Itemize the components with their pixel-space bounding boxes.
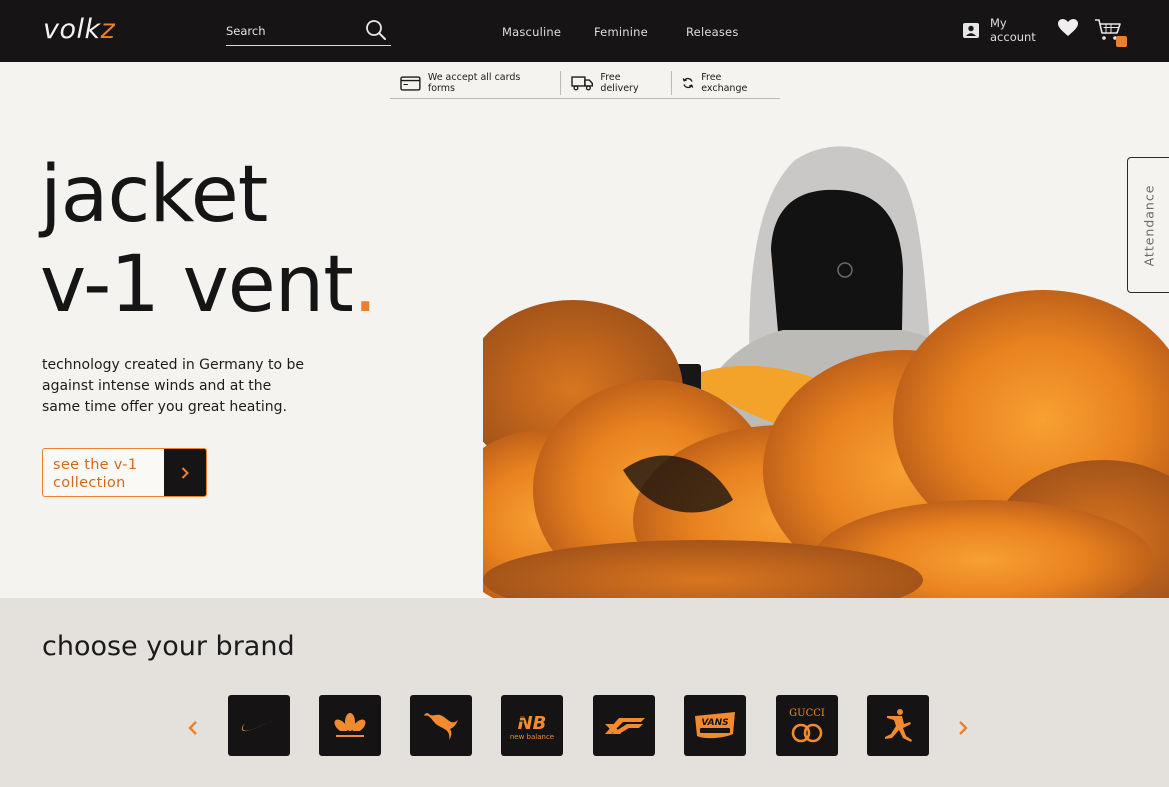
svg-text:NB: NB [518, 713, 547, 734]
benefit-exchange: Free exchange [671, 71, 780, 95]
nike-swoosh-icon [241, 718, 277, 731]
attendance-label: Attendance [1141, 184, 1157, 266]
new-balance-wordmark: new balance [510, 733, 554, 741]
chevron-right-icon [164, 449, 206, 496]
jumpman-icon [885, 708, 912, 742]
account-label: My account [990, 16, 1036, 44]
gucci-icon: GUCCI [789, 708, 825, 742]
hero-title-dot: . [352, 240, 378, 330]
hero-title-line-2: v-1 vent [40, 240, 354, 330]
puma-icon [424, 712, 458, 740]
vans-wordmark: VANS [701, 718, 728, 728]
see-collection-button[interactable]: see the v-1 collection [42, 448, 207, 497]
attendance-side-tab[interactable]: Attendance [1127, 157, 1169, 293]
vans-icon: VANS [695, 711, 735, 738]
asics-icon [605, 717, 645, 734]
adidas-trefoil-icon [334, 712, 366, 737]
logo-accent: z [100, 14, 116, 45]
benefit-cards-label: We accept all cards forms [427, 72, 521, 94]
nav-releases[interactable]: Releases [686, 25, 739, 39]
heart-icon[interactable] [1057, 18, 1079, 38]
cart-button[interactable] [1094, 18, 1128, 48]
hero-description: technology created in Germany to be agai… [42, 357, 304, 415]
top-navigation-bar: volkz Masculine Feminine Releases My acc… [0, 0, 1169, 62]
brand-section-title: choose your brand [42, 631, 295, 662]
benefit-delivery: Free delivery [559, 71, 672, 95]
nav-feminine[interactable]: Feminine [594, 25, 648, 39]
search-input[interactable] [226, 24, 356, 38]
brand-tile-vans[interactable]: VANS [684, 695, 746, 756]
benefit-cards: We accept all cards forms [390, 71, 560, 95]
hero-title: jacket v-1 vent. [40, 150, 378, 330]
brand-logo[interactable]: volkz [43, 14, 115, 45]
brand-tile-gucci[interactable]: GUCCI [776, 695, 838, 756]
brand-section: choose your brand NB new balance VANS GU… [0, 598, 1169, 787]
cart-count-badge [1116, 36, 1127, 47]
cta-label: see the v-1 collection [53, 457, 138, 491]
brand-tile-nike[interactable] [228, 695, 290, 756]
truck-icon [570, 76, 593, 91]
nav-masculine[interactable]: Masculine [502, 25, 561, 39]
benefits-strip: We accept all cards forms Free delivery … [390, 68, 780, 99]
brands-next-button[interactable] [952, 716, 974, 740]
exchange-icon [682, 77, 694, 89]
brand-tile-new-balance[interactable]: NB new balance [501, 695, 563, 756]
chevron-left-icon [188, 721, 197, 735]
hero-image [483, 146, 1169, 599]
brand-tile-jordan[interactable] [867, 695, 929, 756]
account-icon [963, 22, 979, 38]
benefit-exchange-label: Free exchange [701, 72, 748, 94]
new-balance-icon: NB new balance [510, 713, 554, 741]
search-icon[interactable] [365, 19, 387, 41]
credit-card-icon [400, 75, 421, 91]
search-box [226, 18, 391, 46]
brand-tile-puma[interactable] [410, 695, 472, 756]
logo-prefix: volk [43, 14, 101, 45]
brands-prev-button[interactable] [182, 716, 204, 740]
chevron-right-icon [959, 721, 968, 735]
my-account-link[interactable]: My account [962, 16, 1045, 44]
benefit-delivery-label: Free delivery [600, 72, 639, 94]
gucci-wordmark: GUCCI [789, 708, 825, 719]
brand-tile-adidas[interactable] [319, 695, 381, 756]
brand-tile-asics[interactable] [593, 695, 655, 756]
hero-title-line-1: jacket [40, 150, 268, 240]
